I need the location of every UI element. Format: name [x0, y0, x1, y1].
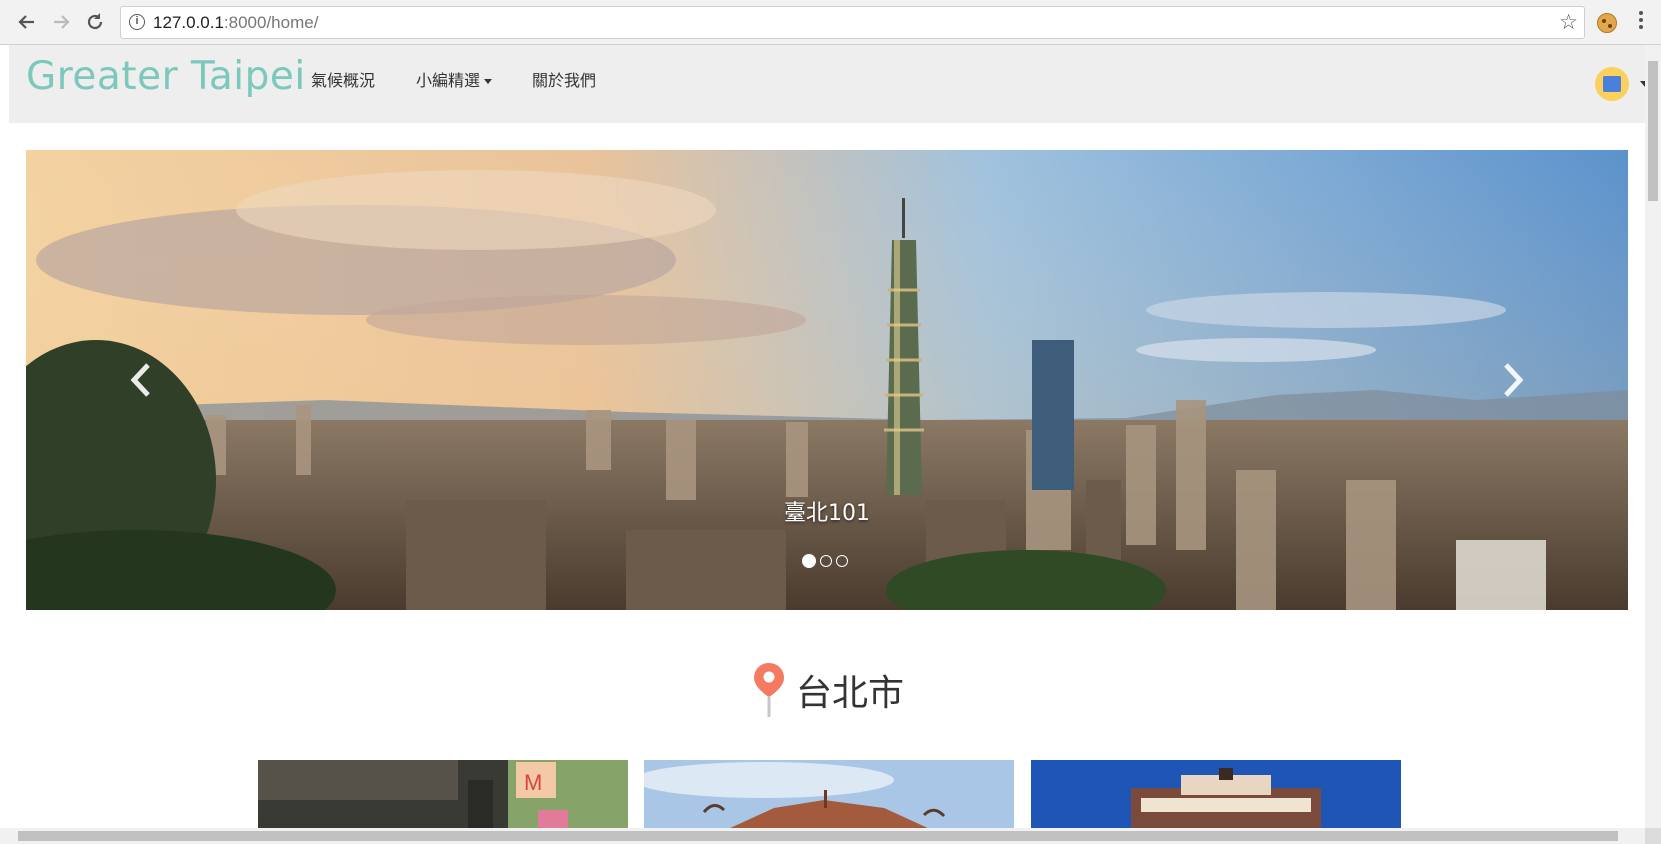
nav-item-about-us[interactable]: 關於我們 [532, 67, 596, 91]
section-title: 台北市 [796, 673, 905, 714]
forward-arrow-icon[interactable] [48, 9, 74, 35]
carousel-prev-icon[interactable] [122, 355, 162, 405]
carousel-indicator-3[interactable] [836, 555, 848, 567]
back-arrow-icon[interactable] [14, 9, 40, 35]
carousel-next-icon[interactable] [1492, 355, 1532, 405]
carousel-indicator-2[interactable] [820, 555, 832, 567]
cookie-extension-icon[interactable] [1597, 13, 1617, 33]
thumbnail-card-3[interactable] [1031, 760, 1401, 828]
thumbnail-card-1[interactable]: M [258, 760, 628, 828]
vertical-scrollbar-thumb[interactable] [1648, 61, 1658, 201]
carousel-indicator-1[interactable] [802, 554, 816, 568]
browser-menu-icon[interactable] [1638, 11, 1644, 33]
svg-text:M: M [524, 770, 542, 795]
bookmark-star-icon[interactable]: ☆ [1559, 10, 1578, 34]
site-navbar: Greater Taipei 氣候概況 小編精選 關於我們 [9, 45, 1645, 123]
map-pin-icon [754, 663, 784, 717]
url-text[interactable]: 127.0.0.1:8000/home/ [153, 13, 318, 33]
nav-item-climate[interactable]: 氣候概況 [311, 67, 375, 91]
site-brand[interactable]: Greater Taipei [26, 54, 306, 99]
chevron-down-icon [484, 79, 493, 84]
user-avatar[interactable] [1595, 67, 1629, 101]
section-heading: 台北市 [752, 660, 904, 720]
carousel-caption: 臺北101 [784, 501, 870, 526]
reload-icon[interactable] [82, 9, 108, 35]
horizontal-scrollbar-thumb[interactable] [18, 831, 1618, 841]
carousel-indicators [802, 554, 848, 571]
browser-toolbar: i 127.0.0.1:8000/home/ ☆ [0, 0, 1661, 45]
hero-carousel: 臺北101 [26, 150, 1628, 610]
info-icon[interactable]: i [129, 14, 145, 30]
page-viewport: Greater Taipei 氣候概況 小編精選 關於我們 臺北101 台北市 … [0, 45, 1645, 828]
thumbnail-card-2[interactable] [644, 760, 1014, 828]
scrollbar-corner [1645, 828, 1661, 844]
carousel-slide-image [26, 150, 1628, 610]
address-bar[interactable]: i 127.0.0.1:8000/home/ ☆ [120, 6, 1585, 39]
horizontal-scrollbar[interactable] [0, 828, 1645, 844]
nav-item-editor-picks[interactable]: 小編精選 [416, 67, 493, 91]
vertical-scrollbar[interactable] [1645, 45, 1661, 828]
